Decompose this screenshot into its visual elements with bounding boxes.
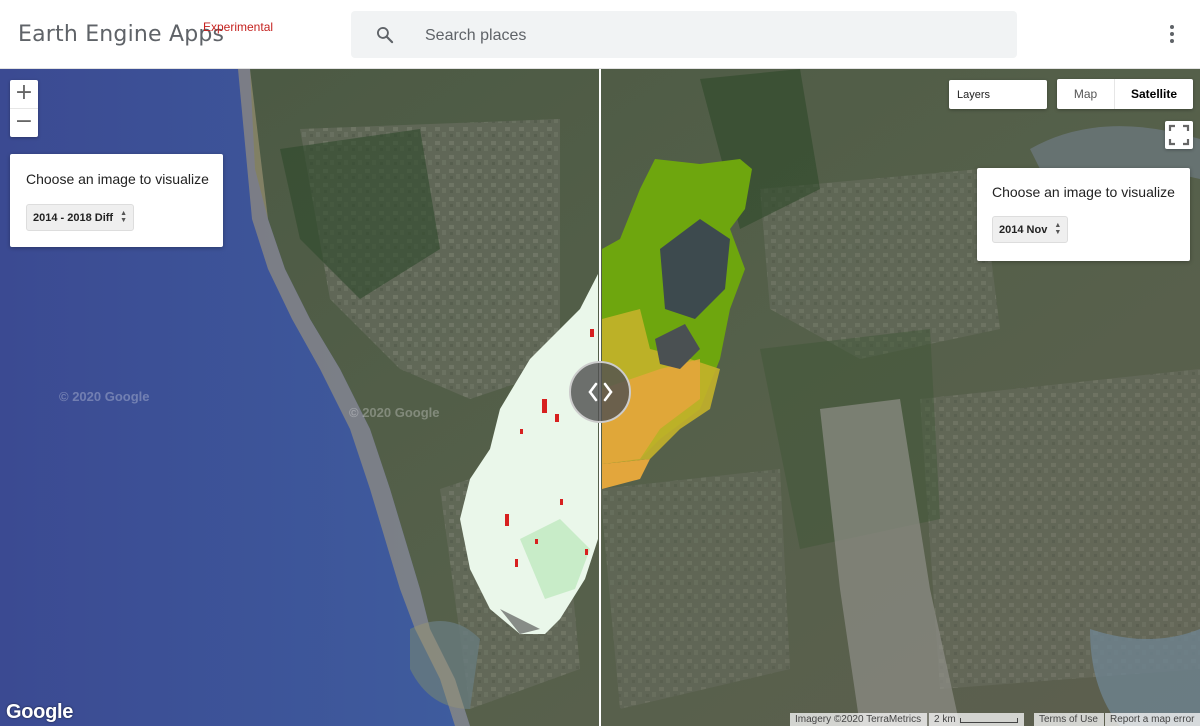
- left-image-panel: Choose an image to visualize 2014 - 2018…: [10, 154, 223, 247]
- fullscreen-icon[interactable]: [1165, 121, 1193, 149]
- app-bar: Earth Engine Apps Experimental: [0, 0, 1200, 69]
- layers-label: Layers: [957, 89, 991, 101]
- left-image-select[interactable]: 2014 - 2018 Diff ▲ ▼: [26, 204, 135, 231]
- select-arrows-icon: ▲ ▼: [1054, 222, 1062, 236]
- google-logo[interactable]: Google: [6, 701, 73, 724]
- map-type-map-button[interactable]: Map: [1057, 79, 1115, 109]
- zoom-out-button[interactable]: −: [10, 108, 38, 137]
- app-title[interactable]: Earth Engine Apps: [18, 22, 224, 47]
- map-type-control: Map Satellite: [1057, 79, 1193, 109]
- terms-of-use-link[interactable]: Terms of Use: [1034, 713, 1104, 726]
- layers-dropdown[interactable]: Layers: [949, 80, 1047, 109]
- search-icon[interactable]: [375, 25, 395, 45]
- map-watermark: © 2020 Google: [349, 405, 440, 420]
- scale-bar[interactable]: 2 km: [929, 713, 1024, 726]
- select-arrows-icon: ▲ ▼: [120, 210, 128, 224]
- zoom-control: + −: [10, 80, 38, 137]
- left-panel-title: Choose an image to visualize: [26, 171, 209, 187]
- search-box[interactable]: [351, 11, 1017, 60]
- swipe-chevrons-icon: [588, 382, 613, 402]
- right-image-select[interactable]: 2014 Nov ▲ ▼: [992, 216, 1069, 243]
- left-image-select-value: 2014 - 2018 Diff: [33, 212, 114, 224]
- right-image-select-value: 2014 Nov: [999, 224, 1048, 236]
- search-input[interactable]: [423, 11, 1007, 60]
- swipe-handle[interactable]: [569, 361, 631, 423]
- map-watermark: © 2020 Google: [59, 389, 150, 404]
- more-vert-icon[interactable]: [1160, 22, 1184, 48]
- imagery-attribution: Imagery ©2020 TerraMetrics: [790, 713, 927, 726]
- experimental-badge: Experimental: [203, 20, 274, 34]
- scale-line: [960, 718, 1018, 723]
- right-panel-title: Choose an image to visualize: [992, 184, 1175, 200]
- report-map-error-link[interactable]: Report a map error: [1105, 713, 1200, 726]
- scale-label: 2 km: [934, 714, 956, 725]
- right-image-panel: Choose an image to visualize 2014 Nov ▲ ▼: [977, 168, 1190, 261]
- zoom-in-button[interactable]: +: [10, 80, 38, 108]
- map-type-satellite-button[interactable]: Satellite: [1115, 79, 1193, 109]
